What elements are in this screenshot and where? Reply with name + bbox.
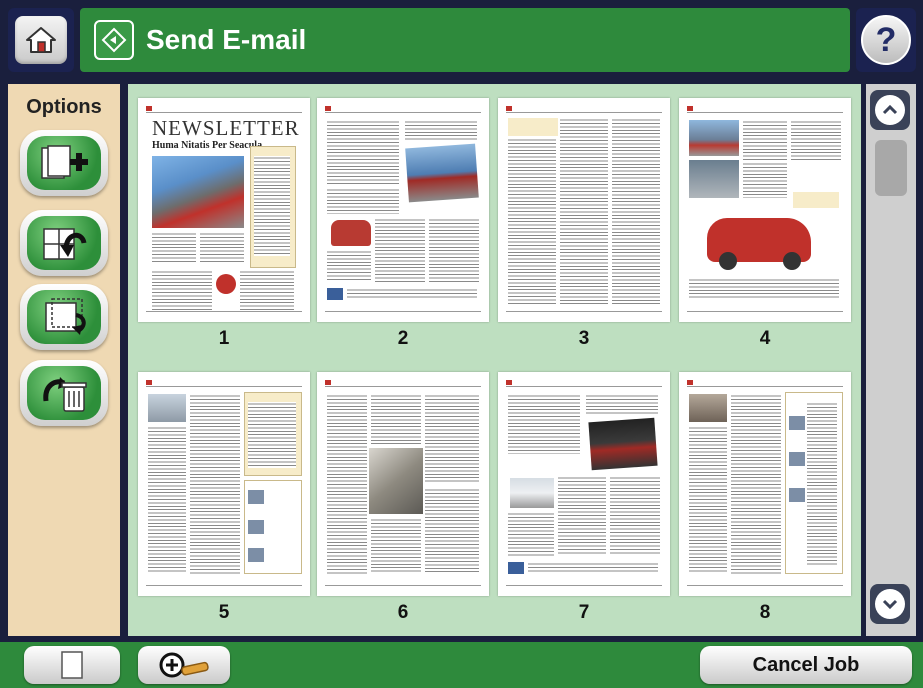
page-masthead [146,106,302,113]
page-number-4: 4 [759,328,771,349]
page-thumbnail-7[interactable] [498,372,670,596]
page-thumbnail-1[interactable]: NEWSLETTER Huma Nitatis Per Seacula [138,98,310,322]
single-page-icon [61,651,83,679]
car-photo [510,478,554,508]
page-number-2: 2 [397,328,409,349]
help-button[interactable]: ? [856,8,916,72]
page-view-button[interactable] [24,646,120,684]
page-thumbnail-5[interactable] [138,372,310,596]
page-thumbnail-4[interactable] [679,98,851,322]
car-photo [152,156,244,228]
move-page-icon [45,298,86,335]
rotate-page-button[interactable] [20,210,108,276]
vertical-scrollbar[interactable] [866,84,916,636]
trash-icon [43,377,87,412]
car-photo [689,120,739,156]
small-photo [508,562,524,574]
small-photo [248,548,264,562]
options-title: Options [26,96,102,118]
sidebar-box [508,118,558,136]
page-preview-area: NEWSLETTER Huma Nitatis Per Seacula 1 2 [128,84,861,636]
page-thumbnail-3[interactable] [498,98,670,322]
small-photo [248,520,264,534]
page-number-7: 7 [578,602,590,623]
page-number-5: 5 [218,602,230,623]
small-photo [248,490,264,504]
title-bar: Send E-mail [80,8,850,72]
page-number-8: 8 [759,602,771,623]
add-pages-button[interactable] [20,130,108,196]
scroll-down-button[interactable] [870,584,910,624]
page-thumbnail-6[interactable] [317,372,489,596]
delete-page-button[interactable] [20,360,108,426]
car-photo [148,394,186,422]
small-photo [789,452,805,466]
small-photo [789,488,805,502]
page-number-3: 3 [578,328,590,349]
help-icon: ? [861,15,911,65]
badge-graphic [216,274,236,294]
wheel [783,252,801,270]
wheel [719,252,737,270]
car-photo [331,220,371,246]
cancel-job-label: Cancel Job [752,653,860,676]
scroll-thumb[interactable] [875,140,907,196]
newsletter-headline: NEWSLETTER [152,116,300,140]
newsletter-subhead: Huma Nitatis Per Seacula [152,140,263,151]
car-photo [405,143,479,203]
zoom-in-icon [159,652,209,678]
small-photo [789,416,805,430]
page-thumbnail-2[interactable] [317,98,489,322]
cancel-job-button[interactable]: Cancel Job [700,646,912,684]
bottom-bar: Cancel Job [0,642,923,688]
sidebar-box [793,192,839,208]
scroll-up-button[interactable] [870,90,910,130]
small-photo [327,288,343,300]
rotate-icon [43,228,87,260]
options-panel: Options [8,84,120,636]
page-number-1: 1 [218,328,230,349]
interior-photo [689,394,727,422]
add-pages-icon [41,145,88,179]
car-photo [588,417,658,471]
chevron-up-icon [882,104,898,115]
chevron-down-icon [882,599,898,610]
interior-photo [689,160,739,198]
send-email-app-icon [94,20,134,60]
home-icon [26,27,56,53]
zoom-button[interactable] [138,646,230,684]
move-page-button[interactable] [20,284,108,350]
page-number-6: 6 [397,602,409,623]
page-thumbnail-8[interactable] [679,372,851,596]
page-title: Send E-mail [146,24,307,55]
home-button[interactable] [8,8,74,72]
interior-photo [369,448,423,514]
